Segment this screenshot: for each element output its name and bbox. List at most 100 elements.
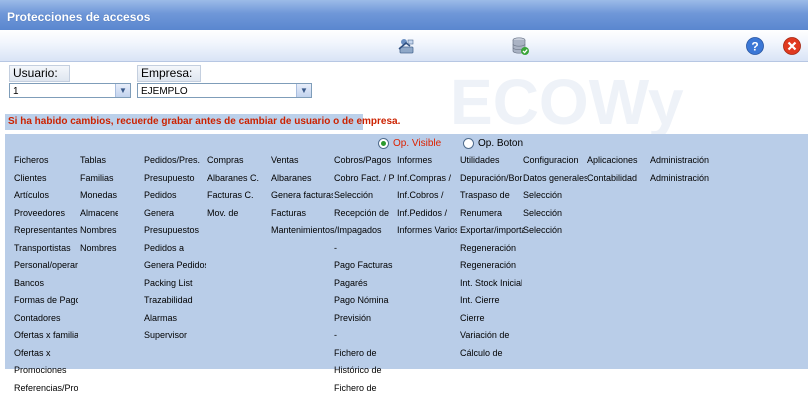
usuario-select[interactable]: 1 ▼	[9, 83, 131, 98]
menu-item[interactable]: Presupuesto	[144, 172, 206, 184]
menu-item[interactable]: Almacenes	[80, 207, 118, 219]
menu-item[interactable]: Formas de Pago	[14, 294, 78, 306]
menu-item[interactable]: Genera facturas	[271, 189, 333, 201]
menu-item[interactable]: Pedidos/Pres.	[144, 154, 206, 166]
menu-item[interactable]: Cobros/Pagos	[334, 154, 394, 166]
menu-item[interactable]: Transportistas	[14, 242, 78, 254]
menu-item[interactable]: Inf.Cobros /	[397, 189, 457, 201]
menu-item[interactable]: Referencias/Prov.	[14, 382, 78, 394]
menu-item[interactable]: Facturas	[271, 207, 333, 219]
menu-item[interactable]: Datos generales	[523, 172, 587, 184]
menu-item[interactable]: Depuración/Borrado	[460, 172, 522, 184]
menu-item[interactable]: Pago Nómina	[334, 294, 394, 306]
svg-text:?: ?	[751, 40, 758, 54]
menu-item[interactable]: Traspaso de	[460, 189, 522, 201]
chevron-down-icon[interactable]: ▼	[296, 84, 311, 97]
empresa-label: Empresa:	[137, 65, 201, 82]
menu-item[interactable]: Informes	[397, 154, 457, 166]
menu-item[interactable]: Ofertas x familia	[14, 329, 78, 341]
menu-item[interactable]: Pago Facturas	[334, 259, 394, 271]
database-check-icon[interactable]	[510, 36, 530, 56]
menu-item[interactable]: Tablas	[80, 154, 118, 166]
menu-item[interactable]: Nombres	[80, 242, 118, 254]
menu-item[interactable]: Monedas	[80, 189, 118, 201]
menu-item[interactable]: Inf.Compras /	[397, 172, 457, 184]
menu-item[interactable]: Clientes	[14, 172, 78, 184]
menu-item[interactable]: Pagarés	[334, 277, 394, 289]
menu-item[interactable]: Recepción de	[334, 207, 394, 219]
menu-item[interactable]: Supervisor	[144, 329, 206, 341]
menu-item[interactable]: Selección	[523, 207, 587, 219]
menu-item[interactable]: Contabilidad	[587, 172, 649, 184]
empresa-value: EJEMPLO	[141, 86, 188, 97]
menu-item[interactable]: Albaranes C.	[207, 172, 265, 184]
menu-item[interactable]: Promociones	[14, 364, 78, 376]
menu-item[interactable]: Pedidos a	[144, 242, 206, 254]
usuario-value: 1	[13, 86, 19, 97]
menu-item[interactable]: Cobro Fact. / Pago	[334, 172, 394, 184]
chevron-down-icon[interactable]: ▼	[115, 84, 130, 97]
menu-item[interactable]: Presupuestos	[144, 224, 206, 236]
menu-item[interactable]: Nombres	[80, 224, 118, 236]
menu-item[interactable]: Familias	[80, 172, 118, 184]
menu-item[interactable]: Cierre	[460, 312, 522, 324]
menu-item[interactable]: Representantes	[14, 224, 78, 236]
menu-item[interactable]: Artículos	[14, 189, 78, 201]
menu-item[interactable]: Int. Stock Inicial	[460, 277, 522, 289]
usuario-label: Usuario:	[9, 65, 70, 82]
empresa-select[interactable]: EJEMPLO ▼	[137, 83, 312, 98]
menu-item[interactable]: Bancos	[14, 277, 78, 289]
menu-item[interactable]: Trazabilidad	[144, 294, 206, 306]
menu-item[interactable]: Regeneración	[460, 242, 522, 254]
menu-item[interactable]: Configuracion	[523, 154, 587, 166]
svg-text:ECOWy: ECOWy	[450, 66, 684, 134]
menu-item[interactable]: Contadores	[14, 312, 78, 324]
menu-item[interactable]	[334, 224, 394, 236]
menu-item[interactable]: Inf.Pedidos /	[397, 207, 457, 219]
window-title-bar: Protecciones de accesos	[0, 0, 808, 30]
menu-item[interactable]: Proveedores	[14, 207, 78, 219]
menu-item[interactable]: Regeneración	[460, 259, 522, 271]
menu-item[interactable]: Selección	[523, 189, 587, 201]
menu-item[interactable]: Mov. de	[207, 207, 265, 219]
user-access-icon[interactable]	[396, 36, 416, 56]
close-icon[interactable]	[782, 36, 802, 56]
menu-item[interactable]: Alarmas	[144, 312, 206, 324]
menu-item[interactable]: Ofertas x	[14, 347, 78, 359]
menu-item[interactable]: Int. Cierre	[460, 294, 522, 306]
menu-item[interactable]: -	[334, 242, 394, 254]
menu-item[interactable]: Ficheros	[14, 154, 78, 166]
option-visible-label: Op. Visible	[393, 138, 442, 149]
menu-item[interactable]: Exportar/importar	[460, 224, 524, 236]
menu-item[interactable]: Variación de	[460, 329, 522, 341]
menu-item[interactable]: Utilidades	[460, 154, 522, 166]
menu-item[interactable]: Fichero de	[334, 382, 394, 394]
menu-item[interactable]: Administración	[650, 172, 720, 184]
menu-item[interactable]: Pedidos	[144, 189, 206, 201]
menu-item[interactable]: Selección	[523, 224, 587, 236]
window-title: Protecciones de accesos	[7, 10, 151, 24]
menu-item[interactable]: Genera Pedidos	[144, 259, 206, 271]
menu-item[interactable]: Genera	[144, 207, 206, 219]
menu-item[interactable]: Personal/operarios	[14, 259, 78, 271]
menu-item[interactable]: Renumera	[460, 207, 522, 219]
menu-item[interactable]: Cálculo de	[460, 347, 522, 359]
menu-item[interactable]: Previsión	[334, 312, 394, 324]
menu-item[interactable]: Ventas	[271, 154, 333, 166]
menu-item[interactable]: Packing List	[144, 277, 206, 289]
radio-unselected-icon	[463, 138, 474, 149]
menu-item[interactable]: Informes Varios	[397, 224, 457, 236]
menu-item[interactable]: Albaranes	[271, 172, 333, 184]
menu-item[interactable]: -	[334, 329, 394, 341]
toolbar: ?	[0, 30, 808, 62]
menu-item[interactable]: Selección	[334, 189, 394, 201]
help-icon[interactable]: ?	[745, 36, 765, 56]
menu-item[interactable]: Fichero de	[334, 347, 394, 359]
menu-item[interactable]: Aplicaciones	[587, 154, 649, 166]
menu-item[interactable]: Compras	[207, 154, 265, 166]
warning-message: Si ha habido cambios, recuerde grabar an…	[5, 114, 400, 130]
option-boton-label: Op. Boton	[478, 138, 524, 149]
menu-item[interactable]: Histórico de	[334, 364, 394, 376]
menu-item[interactable]: Facturas C.	[207, 189, 265, 201]
menu-item[interactable]: Administración	[650, 154, 720, 166]
